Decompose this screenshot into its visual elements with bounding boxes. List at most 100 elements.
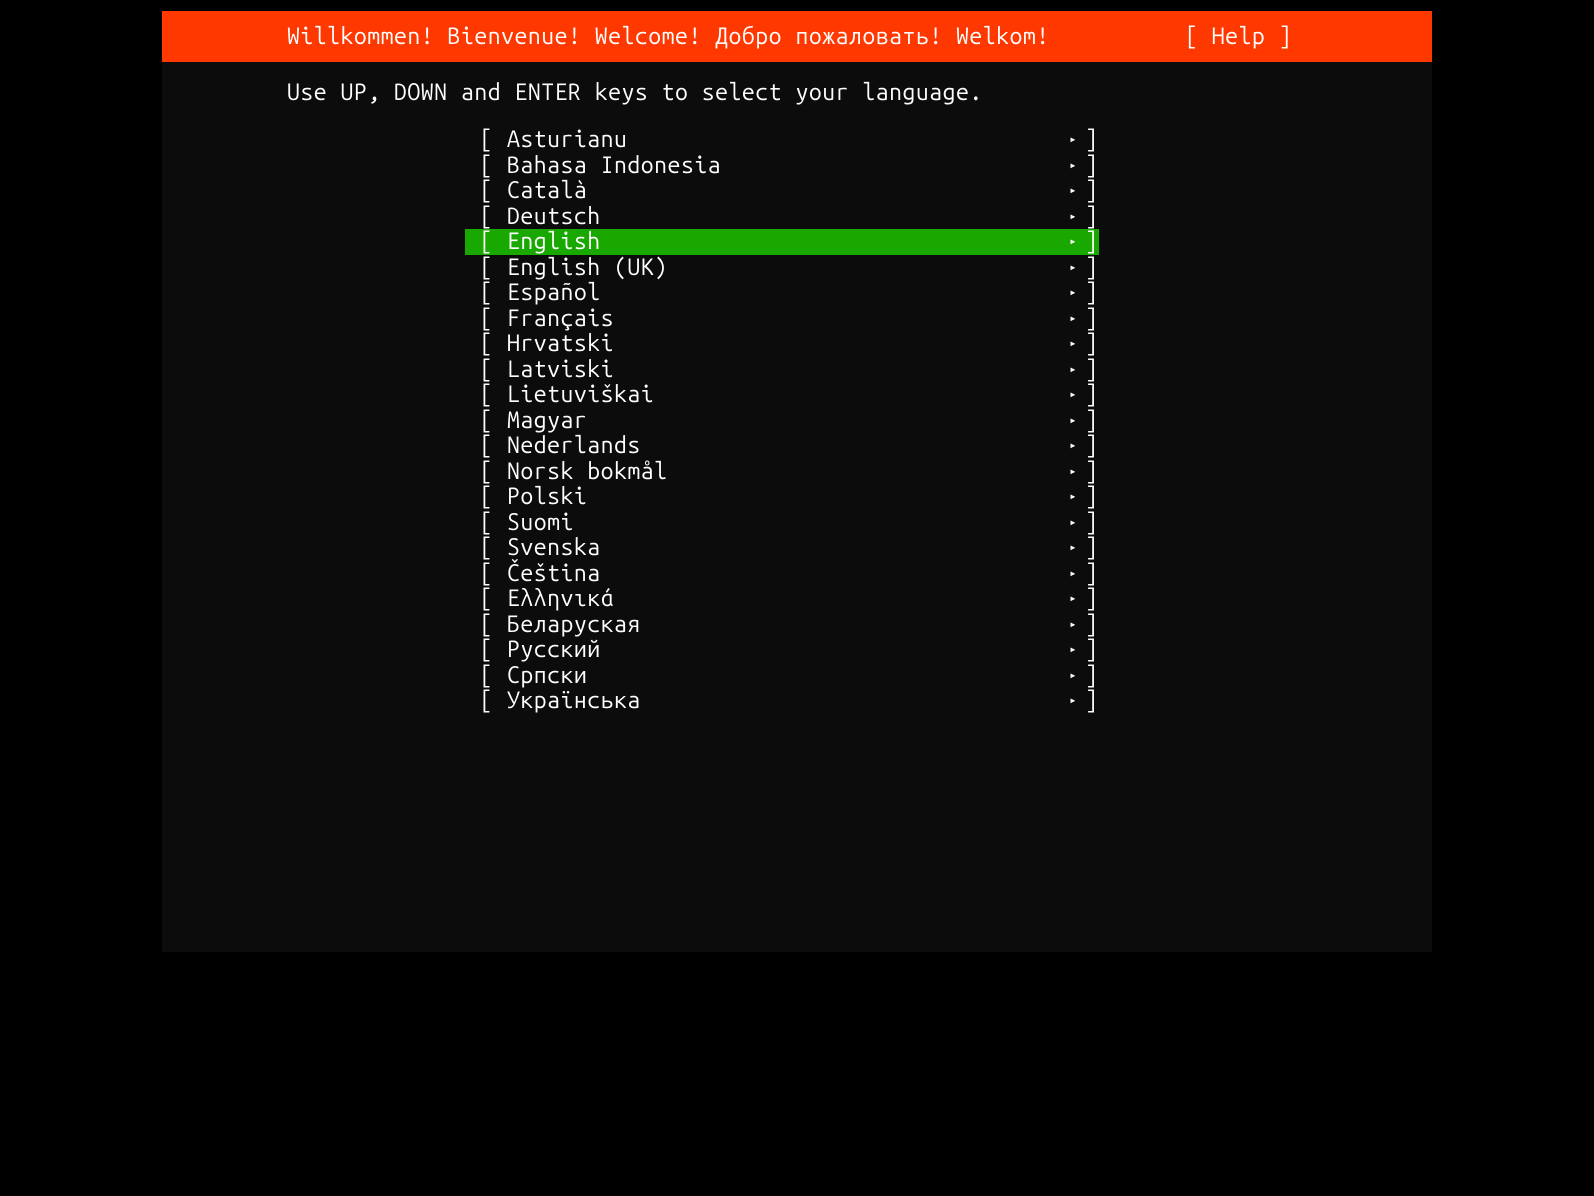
bracket-close: ] — [1085, 280, 1099, 306]
bracket-open: [ — [465, 433, 493, 459]
language-item[interactable]: [Suomi▸] — [465, 510, 1099, 536]
bracket-close: ] — [1085, 408, 1099, 434]
instructions-text: Use UP, DOWN and ENTER keys to select yo… — [287, 80, 1432, 105]
language-item[interactable]: [Беларуская▸] — [465, 612, 1099, 638]
chevron-right-icon: ▸ — [1069, 229, 1085, 255]
bracket-close: ] — [1085, 612, 1099, 638]
language-name: Ελληνικά — [493, 586, 1069, 612]
language-name: Svenska — [493, 535, 1069, 561]
bracket-close: ] — [1085, 127, 1099, 153]
language-item[interactable]: [Español▸] — [465, 280, 1099, 306]
language-name: Lietuviškai — [493, 382, 1069, 408]
bracket-open: [ — [465, 357, 493, 383]
language-item[interactable]: [English▸] — [465, 229, 1099, 255]
bracket-close: ] — [1085, 255, 1099, 281]
bracket-open: [ — [465, 331, 493, 357]
language-item[interactable]: [Magyar▸] — [465, 408, 1099, 434]
chevron-right-icon: ▸ — [1069, 688, 1085, 714]
language-name: Čeština — [493, 561, 1069, 587]
help-button[interactable]: [ Help ] — [1185, 24, 1292, 49]
welcome-title: Willkommen! Bienvenue! Welcome! Добро по… — [287, 24, 1050, 49]
chevron-right-icon: ▸ — [1069, 255, 1085, 281]
bracket-close: ] — [1085, 229, 1099, 255]
language-name: Suomi — [493, 510, 1069, 536]
bracket-open: [ — [465, 127, 493, 153]
language-name: Hrvatski — [493, 331, 1069, 357]
chevron-right-icon: ▸ — [1069, 153, 1085, 179]
language-item[interactable]: [Deutsch▸] — [465, 204, 1099, 230]
chevron-right-icon: ▸ — [1069, 433, 1085, 459]
bracket-open: [ — [465, 408, 493, 434]
language-name: English (UK) — [493, 255, 1069, 281]
chevron-right-icon: ▸ — [1069, 510, 1085, 536]
language-list: [Asturianu▸][Bahasa Indonesia▸][Català▸]… — [465, 127, 1099, 714]
bracket-close: ] — [1085, 331, 1099, 357]
bracket-close: ] — [1085, 306, 1099, 332]
language-item[interactable]: [English (UK)▸] — [465, 255, 1099, 281]
chevron-right-icon: ▸ — [1069, 204, 1085, 230]
bracket-open: [ — [465, 255, 493, 281]
language-name: Magyar — [493, 408, 1069, 434]
bracket-open: [ — [465, 688, 493, 714]
installer-screen: Willkommen! Bienvenue! Welcome! Добро по… — [162, 0, 1432, 952]
language-item[interactable]: [Українська▸] — [465, 688, 1099, 714]
language-name: Norsk bokmål — [493, 459, 1069, 485]
chevron-right-icon: ▸ — [1069, 586, 1085, 612]
header-bar: Willkommen! Bienvenue! Welcome! Добро по… — [162, 11, 1432, 62]
language-item[interactable]: [Svenska▸] — [465, 535, 1099, 561]
language-item[interactable]: [Ελληνικά▸] — [465, 586, 1099, 612]
bracket-close: ] — [1085, 663, 1099, 689]
language-item[interactable]: [Norsk bokmål▸] — [465, 459, 1099, 485]
language-name: Bahasa Indonesia — [493, 153, 1069, 179]
language-name: Latviski — [493, 357, 1069, 383]
language-item[interactable]: [Nederlands▸] — [465, 433, 1099, 459]
bracket-open: [ — [465, 637, 493, 663]
bracket-open: [ — [465, 484, 493, 510]
chevron-right-icon: ▸ — [1069, 561, 1085, 587]
chevron-right-icon: ▸ — [1069, 663, 1085, 689]
language-item[interactable]: [Français▸] — [465, 306, 1099, 332]
bracket-close: ] — [1085, 204, 1099, 230]
bracket-open: [ — [465, 586, 493, 612]
chevron-right-icon: ▸ — [1069, 280, 1085, 306]
language-item[interactable]: [Српски▸] — [465, 663, 1099, 689]
language-name: Français — [493, 306, 1069, 332]
language-name: Українська — [493, 688, 1069, 714]
bracket-open: [ — [465, 612, 493, 638]
chevron-right-icon: ▸ — [1069, 637, 1085, 663]
language-item[interactable]: [Català▸] — [465, 178, 1099, 204]
language-name: Беларуская — [493, 612, 1069, 638]
language-item[interactable]: [Русский▸] — [465, 637, 1099, 663]
language-item[interactable]: [Asturianu▸] — [465, 127, 1099, 153]
chevron-right-icon: ▸ — [1069, 306, 1085, 332]
language-item[interactable]: [Lietuviškai▸] — [465, 382, 1099, 408]
chevron-right-icon: ▸ — [1069, 535, 1085, 561]
bracket-close: ] — [1085, 688, 1099, 714]
bracket-close: ] — [1085, 178, 1099, 204]
bracket-close: ] — [1085, 382, 1099, 408]
bracket-open: [ — [465, 280, 493, 306]
language-item[interactable]: [Čeština▸] — [465, 561, 1099, 587]
chevron-right-icon: ▸ — [1069, 382, 1085, 408]
top-black-bar — [162, 0, 1432, 11]
language-name: Polski — [493, 484, 1069, 510]
language-item[interactable]: [Hrvatski▸] — [465, 331, 1099, 357]
chevron-right-icon: ▸ — [1069, 331, 1085, 357]
language-name: Deutsch — [493, 204, 1069, 230]
bracket-open: [ — [465, 229, 493, 255]
bracket-open: [ — [465, 561, 493, 587]
bracket-open: [ — [465, 178, 493, 204]
language-item[interactable]: [Bahasa Indonesia▸] — [465, 153, 1099, 179]
language-name: Asturianu — [493, 127, 1069, 153]
language-item[interactable]: [Polski▸] — [465, 484, 1099, 510]
bracket-open: [ — [465, 535, 493, 561]
bracket-open: [ — [465, 306, 493, 332]
language-name: Српски — [493, 663, 1069, 689]
bracket-close: ] — [1085, 484, 1099, 510]
chevron-right-icon: ▸ — [1069, 357, 1085, 383]
bracket-open: [ — [465, 204, 493, 230]
bracket-close: ] — [1085, 459, 1099, 485]
language-name: Русский — [493, 637, 1069, 663]
bracket-close: ] — [1085, 561, 1099, 587]
language-item[interactable]: [Latviski▸] — [465, 357, 1099, 383]
